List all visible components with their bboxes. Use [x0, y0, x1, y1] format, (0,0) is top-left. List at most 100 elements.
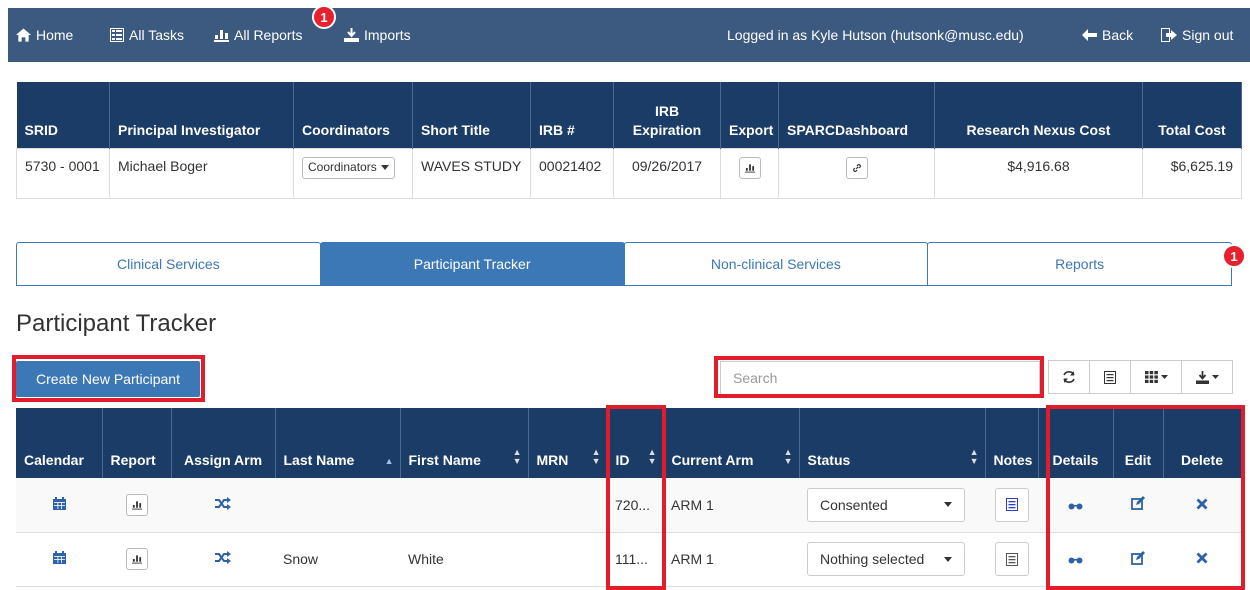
- link-icon: [852, 163, 861, 172]
- bar-chart-icon: [131, 501, 142, 510]
- header-pi: Principal Investigator: [109, 82, 294, 148]
- import-icon: [344, 28, 359, 42]
- notes-button[interactable]: [994, 542, 1029, 576]
- header-first-name[interactable]: First Name ▲ ▼: [400, 408, 529, 478]
- tab-bar: Clinical Services Participant Tracker No…: [16, 242, 1232, 286]
- nav-home-label: Home: [36, 27, 74, 43]
- header-coordinators: Coordinators: [293, 82, 413, 148]
- header-id-label: ID: [615, 452, 630, 468]
- calendar-cell: [16, 478, 102, 533]
- shuffle-icon[interactable]: [215, 496, 231, 510]
- sort-icon: ▲ ▼: [783, 447, 793, 466]
- export-dropdown-button[interactable]: [1181, 360, 1233, 394]
- bar-chart-icon: [214, 30, 229, 42]
- header-calendar: Calendar: [16, 408, 103, 478]
- sparc-cell: [778, 147, 935, 199]
- header-irb: IRB #: [530, 82, 614, 148]
- search-input[interactable]: [720, 361, 1040, 395]
- nav-all-tasks[interactable]: All Tasks: [110, 8, 184, 62]
- columns-dropdown-button[interactable]: [1130, 360, 1182, 394]
- toggle-view-button[interactable]: [1089, 360, 1131, 394]
- participant-table: Calendar Report Assign Arm Last Name ▲ Fi…: [16, 408, 1242, 587]
- sparc-link-button[interactable]: [845, 156, 868, 179]
- first-name-cell: White: [400, 532, 528, 587]
- participant-header-row: Calendar Report Assign Arm Last Name ▲ Fi…: [16, 408, 1242, 478]
- sort-asc-icon: ▲: [384, 456, 394, 466]
- tab-non-clinical-services[interactable]: Non-clinical Services: [623, 242, 929, 286]
- sort-icon: ▲ ▼: [969, 447, 979, 466]
- header-current-arm[interactable]: Current Arm ▲ ▼: [663, 408, 800, 478]
- nav-sign-out-label: Sign out: [1182, 27, 1234, 43]
- create-new-participant-button[interactable]: Create New Participant: [16, 361, 200, 397]
- report-button[interactable]: [125, 493, 148, 516]
- download-icon: [1195, 370, 1209, 384]
- header-first-name-label: First Name: [408, 452, 481, 468]
- header-export: Export: [720, 82, 779, 148]
- caret-down-icon: [1211, 375, 1219, 379]
- shuffle-icon[interactable]: [215, 551, 231, 564]
- header-last-name[interactable]: Last Name ▲: [275, 408, 401, 478]
- coordinators-cell: Coordinators: [293, 147, 413, 199]
- total-cost-cell: $6,625.19: [1142, 147, 1242, 199]
- tab-reports[interactable]: Reports: [927, 242, 1232, 286]
- irb-expiration-cell: 09/26/2017: [613, 147, 721, 199]
- nav-sign-out[interactable]: Sign out: [1161, 8, 1233, 62]
- calendar-icon[interactable]: [52, 551, 66, 564]
- close-icon[interactable]: [1196, 552, 1208, 564]
- edit-cell: [1113, 532, 1163, 587]
- header-total-cost: Total Cost: [1142, 82, 1242, 148]
- edit-icon[interactable]: [1131, 550, 1145, 565]
- calendar-icon[interactable]: [52, 496, 66, 510]
- details-cell: [1038, 532, 1113, 587]
- top-navbar: Home All Tasks All Reports 1 Imports Log…: [8, 5, 1250, 62]
- id-cell: 111...: [607, 532, 663, 587]
- glasses-icon[interactable]: [1068, 556, 1083, 564]
- header-status-label: Status: [807, 452, 851, 468]
- status-select[interactable]: Nothing selected: [807, 542, 965, 576]
- reports-notification-badge: 1: [312, 5, 336, 29]
- refresh-button[interactable]: [1048, 360, 1090, 394]
- header-status[interactable]: Status ▲ ▼: [799, 408, 986, 478]
- nav-imports[interactable]: Imports: [344, 8, 411, 62]
- status-select-value: Consented: [820, 496, 888, 513]
- export-button[interactable]: [738, 156, 761, 179]
- logged-in-text: Logged in as Kyle Hutson (hutsonk@musc.e…: [727, 27, 1024, 43]
- notes-button[interactable]: [994, 487, 1029, 522]
- caret-down-icon: [1160, 375, 1168, 379]
- first-name-cell: [400, 478, 528, 533]
- notes-icon: [1005, 498, 1018, 512]
- mrn-cell: [528, 532, 607, 587]
- status-select-value: Nothing selected: [820, 551, 925, 567]
- nav-imports-label: Imports: [364, 27, 411, 43]
- glasses-icon[interactable]: [1068, 502, 1083, 510]
- report-button[interactable]: [125, 548, 148, 570]
- tab-clinical-services[interactable]: Clinical Services: [16, 242, 321, 286]
- tab-participant-tracker[interactable]: Participant Tracker: [319, 242, 625, 286]
- protocol-header-row: SRID Principal Investigator Coordinators…: [16, 82, 1242, 148]
- nav-home[interactable]: Home: [16, 8, 73, 62]
- delete-cell: [1163, 532, 1241, 587]
- bar-chart-icon: [131, 555, 142, 564]
- coordinators-dropdown[interactable]: Coordinators: [302, 156, 395, 179]
- header-mrn[interactable]: MRN ▲ ▼: [528, 408, 608, 478]
- header-id[interactable]: ID ▲ ▼: [607, 408, 664, 478]
- header-current-arm-label: Current Arm: [671, 452, 754, 468]
- table-toolbar: [1048, 360, 1233, 394]
- header-assign-arm: Assign Arm: [171, 408, 276, 478]
- status-select[interactable]: Consented: [807, 487, 965, 522]
- edit-icon[interactable]: [1131, 496, 1145, 511]
- caret-down-icon: [380, 165, 389, 170]
- irb-cell: 00021402: [530, 147, 614, 199]
- header-notes: Notes: [985, 408, 1039, 478]
- last-name-cell: Snow: [275, 532, 400, 587]
- caret-down-icon: [944, 502, 952, 508]
- close-icon[interactable]: [1196, 498, 1208, 510]
- last-name-cell: [275, 478, 400, 533]
- id-cell: 720...: [607, 478, 663, 533]
- header-last-name-label: Last Name: [283, 452, 355, 468]
- nav-all-reports[interactable]: All Reports: [214, 8, 302, 62]
- status-cell: Consented: [799, 478, 985, 533]
- nav-back[interactable]: Back: [1082, 8, 1133, 62]
- notes-icon: [1005, 552, 1018, 566]
- header-irb-expiration: IRB Expiration: [613, 82, 721, 148]
